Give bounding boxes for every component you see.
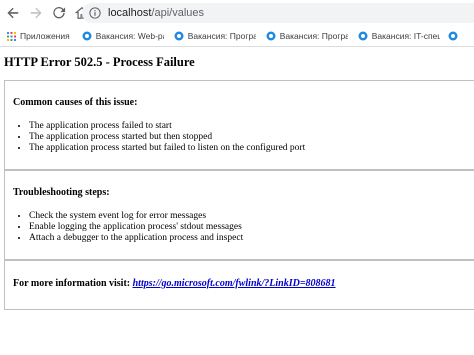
list-item: Attach a debugger to the application pro… bbox=[29, 233, 243, 244]
page-title: HTTP Error 502.5 - Process Failure bbox=[4, 55, 195, 69]
site-favicon-icon bbox=[82, 31, 92, 41]
list-item: Enable logging the application process' … bbox=[29, 222, 243, 233]
browser-toolbar: localhost/api/values bbox=[0, 0, 474, 26]
reload-button[interactable] bbox=[49, 3, 69, 23]
bookmark-label: Вакансия: IT-специ bbox=[371, 31, 440, 41]
bookmark-label: Вакансия: Web-разр bbox=[95, 31, 164, 41]
causes-list: The application process failed to start … bbox=[5, 121, 305, 154]
troubleshooting-section: Troubleshooting steps: Check the system … bbox=[4, 170, 474, 260]
causes-section: Common causes of this issue: The applica… bbox=[4, 80, 474, 170]
bookmark-item[interactable]: Вакансия: IT-специ bbox=[358, 31, 440, 41]
causes-heading: Common causes of this issue: bbox=[13, 97, 138, 108]
bookmark-label: Вакансия: Програм bbox=[187, 31, 256, 41]
bookmark-item[interactable] bbox=[448, 31, 462, 41]
bookmark-item[interactable]: Вакансия: Web-разр bbox=[82, 31, 164, 41]
list-item: The application process started but then… bbox=[29, 132, 305, 143]
more-info-section: For more information visit: https://go.m… bbox=[4, 260, 474, 310]
url-host: localhost bbox=[108, 7, 152, 19]
forward-button[interactable] bbox=[26, 3, 46, 23]
more-info-link[interactable]: https://go.microsoft.com/fwlink/?LinkID=… bbox=[133, 278, 336, 289]
bookmark-apps[interactable]: Приложения bbox=[6, 31, 70, 41]
site-favicon-icon bbox=[448, 31, 458, 41]
list-item: The application process failed to start bbox=[29, 121, 305, 132]
bookmark-item[interactable]: Вакансия: Програм bbox=[174, 31, 256, 41]
error-page: HTTP Error 502.5 - Process Failure Commo… bbox=[0, 47, 474, 355]
more-info-line: For more information visit: https://go.m… bbox=[13, 278, 336, 289]
back-button[interactable] bbox=[3, 3, 23, 23]
url-text: localhost/api/values bbox=[108, 7, 204, 19]
list-item: Check the system event log for error mes… bbox=[29, 211, 243, 222]
site-favicon-icon bbox=[174, 31, 184, 41]
bookmark-item[interactable]: Вакансия: Програм bbox=[266, 31, 348, 41]
troubleshooting-heading: Troubleshooting steps: bbox=[13, 187, 110, 198]
info-icon[interactable] bbox=[88, 6, 102, 20]
forward-arrow-icon bbox=[30, 7, 42, 19]
bookmark-label: Приложения bbox=[20, 31, 70, 41]
site-favicon-icon bbox=[358, 31, 368, 41]
reload-icon bbox=[53, 7, 66, 19]
troubleshooting-list: Check the system event log for error mes… bbox=[5, 211, 243, 244]
back-arrow-icon bbox=[7, 7, 19, 19]
url-path: /api/values bbox=[151, 7, 205, 19]
list-item: The application process started but fail… bbox=[29, 143, 305, 154]
apps-grid-icon bbox=[6, 31, 16, 41]
address-bar[interactable]: localhost/api/values bbox=[82, 3, 474, 23]
more-info-label: For more information visit: bbox=[13, 278, 131, 289]
site-favicon-icon bbox=[266, 31, 276, 41]
bookmarks-bar: Приложения Вакансия: Web-разр Вакансия: … bbox=[0, 26, 474, 47]
bookmark-label: Вакансия: Програм bbox=[279, 31, 348, 41]
